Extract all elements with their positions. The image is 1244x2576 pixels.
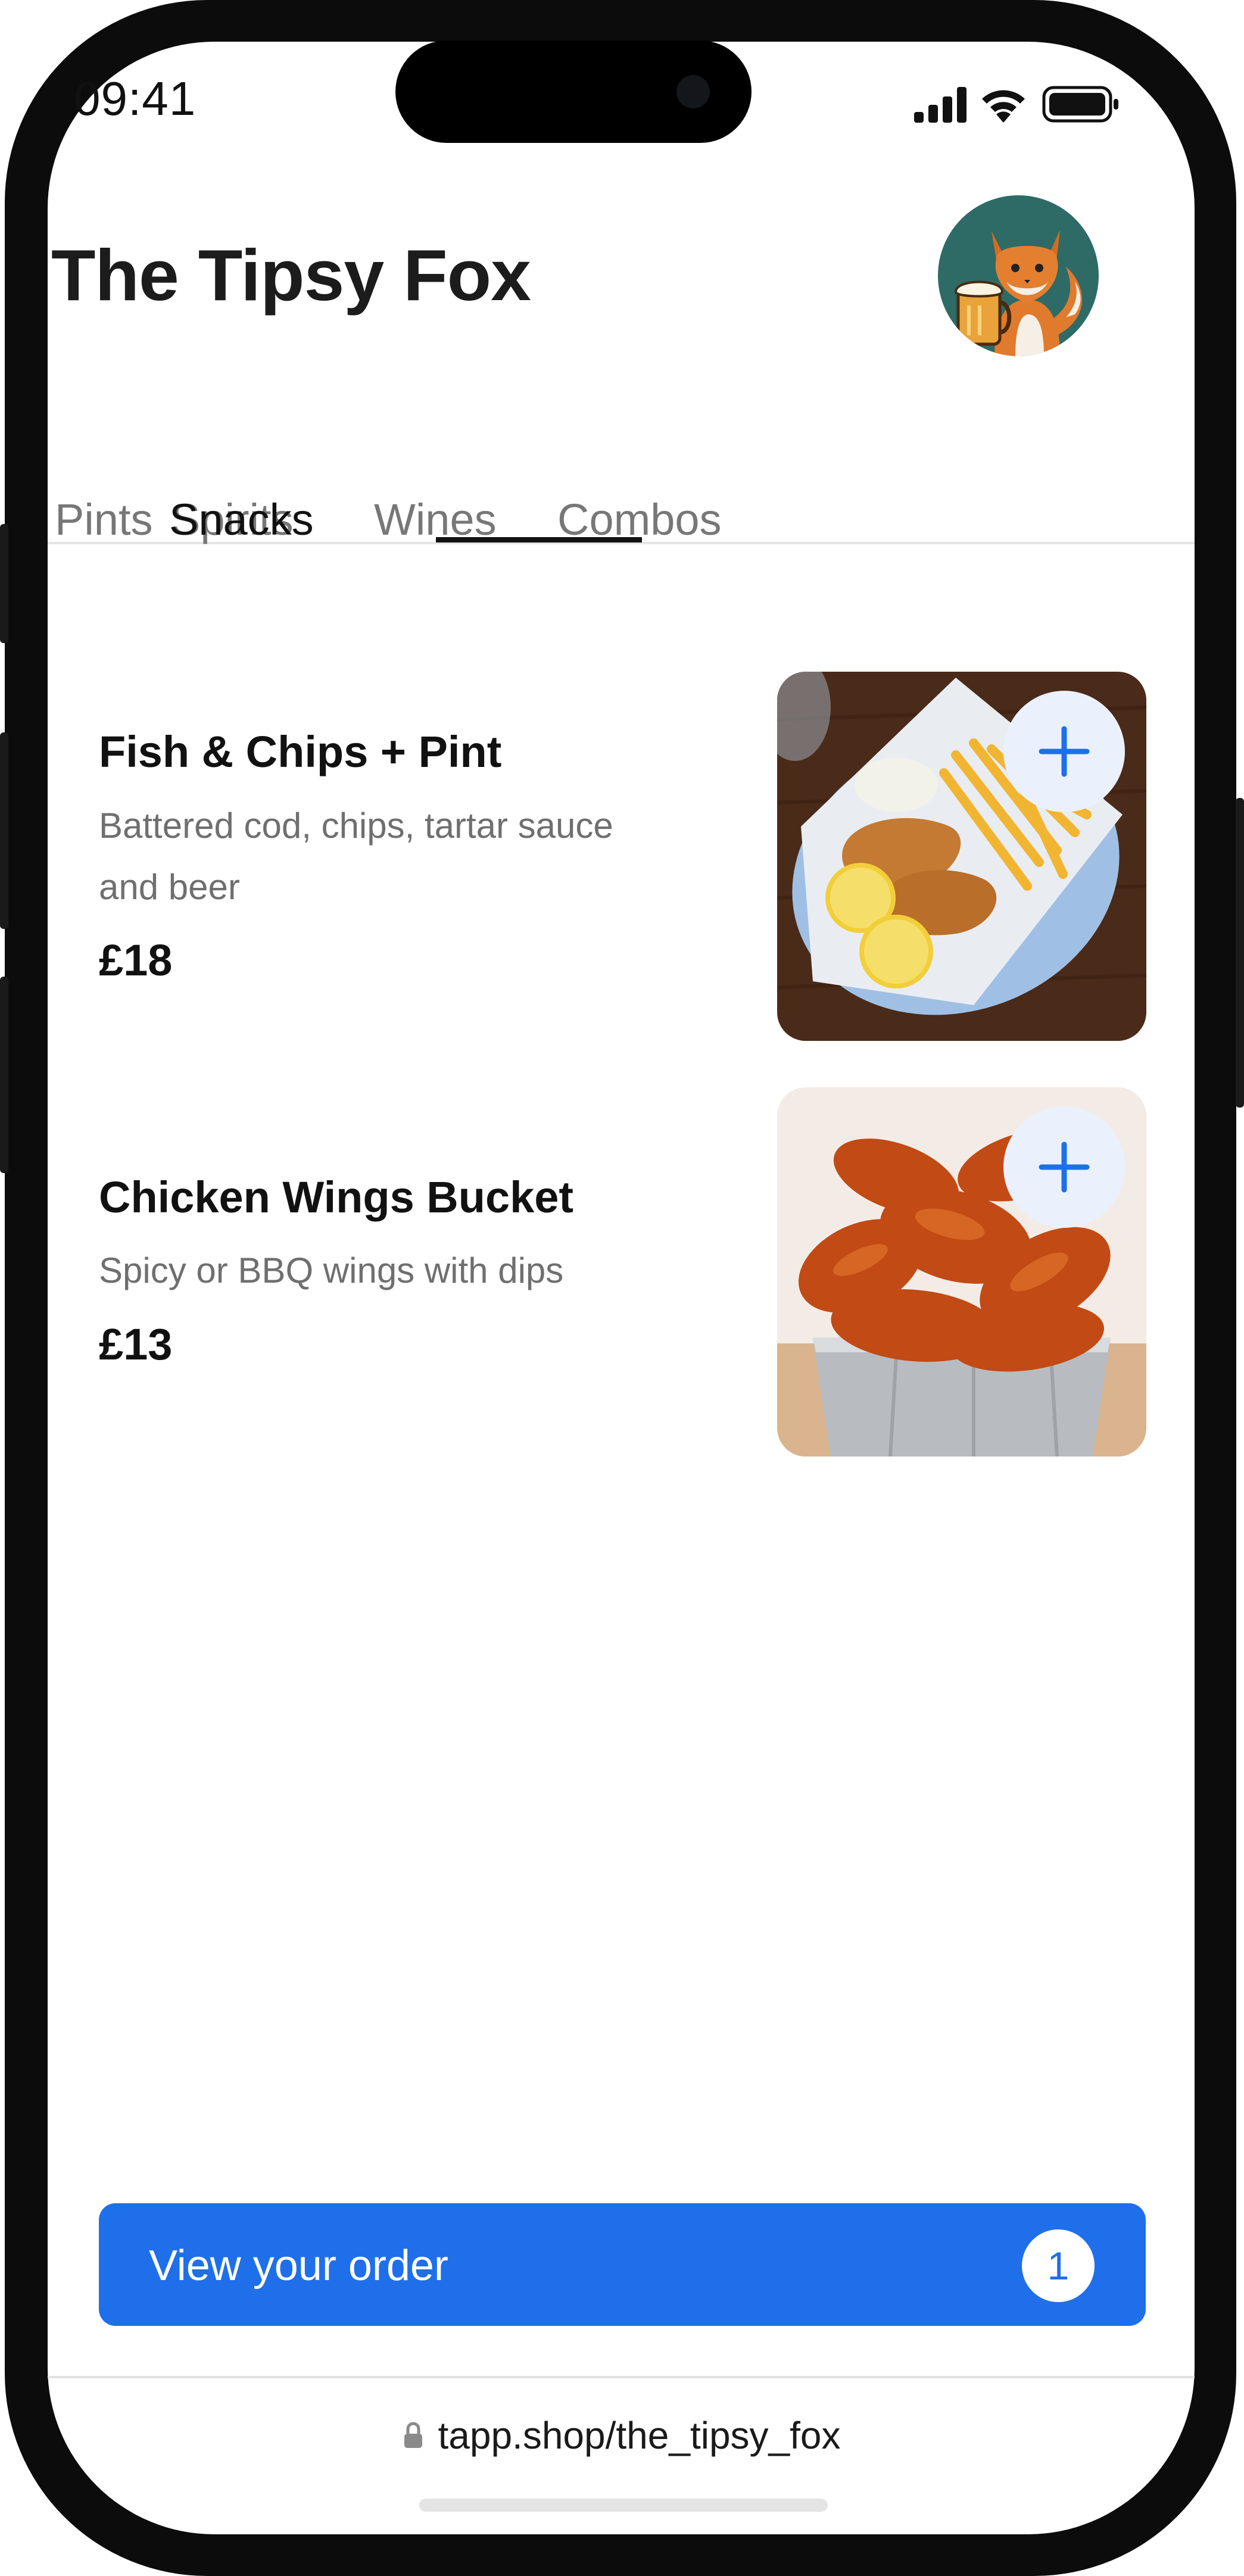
power-button xyxy=(1236,798,1244,1108)
category-tabs: Pints Spirits Snacks Wines Combos xyxy=(48,453,1195,544)
order-count-badge: 1 xyxy=(1022,2229,1095,2302)
plus-icon xyxy=(1039,1142,1090,1193)
tab-snacks[interactable]: Snacks xyxy=(169,494,314,545)
add-to-order-button[interactable] xyxy=(1003,691,1125,812)
active-tab-indicator xyxy=(436,537,642,542)
battery-icon xyxy=(1042,86,1121,126)
status-time: 09:41 xyxy=(74,72,197,125)
wifi-icon xyxy=(978,83,1028,126)
cellular-signal-icon xyxy=(914,87,968,126)
page-title: The Tipsy Fox xyxy=(51,235,531,316)
camera-icon xyxy=(676,75,710,108)
home-indicator[interactable] xyxy=(419,2499,828,2512)
item-name: Fish & Chips + Pint xyxy=(99,727,502,776)
browser-url-bar[interactable]: tapp.shop/the_tipsy_fox xyxy=(0,2406,1244,2465)
lock-icon xyxy=(404,2422,423,2448)
url-text: tapp.shop/the_tipsy_fox xyxy=(438,2414,841,2457)
view-order-button[interactable]: View your order 1 xyxy=(99,2203,1146,2326)
item-price: £18 xyxy=(99,935,173,985)
fox-with-beer-icon xyxy=(954,230,1083,356)
dynamic-island xyxy=(395,40,752,143)
volume-up-button xyxy=(0,524,8,643)
item-price: £13 xyxy=(99,1320,173,1369)
fox-logo-avatar[interactable] xyxy=(938,195,1099,356)
add-to-order-button[interactable] xyxy=(1003,1106,1125,1228)
item-name: Chicken Wings Bucket xyxy=(99,1172,574,1222)
action-button xyxy=(0,977,8,1173)
item-description: and beer xyxy=(99,867,240,907)
item-description: Battered cod, chips, tartar sauce xyxy=(99,806,613,846)
plus-icon xyxy=(1039,726,1090,777)
url-bar-divider xyxy=(48,2376,1195,2378)
tab-pints[interactable]: Pints xyxy=(55,494,153,545)
view-order-label: View your order xyxy=(149,2242,448,2290)
volume-down-button xyxy=(0,732,8,929)
item-description: Spicy or BBQ wings with dips xyxy=(99,1250,564,1290)
